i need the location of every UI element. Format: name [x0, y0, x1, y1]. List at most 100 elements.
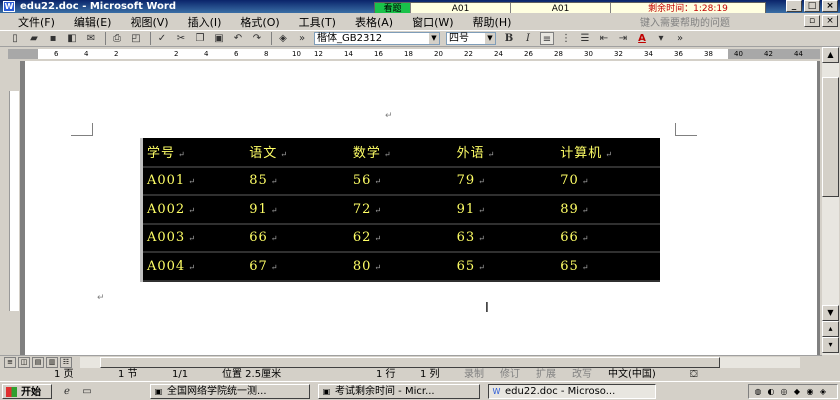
start-button[interactable]: 开始 [2, 384, 52, 399]
print-preview-icon[interactable]: ◰ [129, 32, 143, 45]
font-color-chevron-icon[interactable]: ▾ [654, 32, 668, 45]
table-cell[interactable]: 91 ↵ [452, 195, 557, 225]
table-cell[interactable]: 91 ↵ [245, 195, 349, 225]
grade-table[interactable]: 学号 ↵ 语文 ↵ 数学 ↵ 外语 ↵ 计算机 ↵ A001 ↵ 85 ↵ 56 ↵ 79 ↵ 7… [140, 138, 660, 282]
font-color-button[interactable]: A [635, 32, 649, 45]
copy-icon[interactable]: ❐ [193, 32, 207, 45]
web-view-icon[interactable]: ◫ [18, 357, 30, 368]
normal-view-icon[interactable]: ≡ [4, 357, 16, 368]
horizontal-scrollbar[interactable]: ≡ ◫ ▤ ▥ ☷ [0, 355, 822, 369]
tray-app-icon[interactable]: ◈ [818, 387, 828, 397]
menu-tools[interactable]: 工具(T) [299, 14, 336, 30]
font-name-select[interactable]: 楷体_GB2312 ▼ [314, 32, 440, 45]
maximize-button[interactable]: □ [804, 0, 820, 12]
taskbar-button-word[interactable]: W edu22.doc - Microso... [488, 384, 656, 399]
table-cell[interactable]: 65 ↵ [556, 252, 660, 282]
document-page[interactable]: ↵ 学号 ↵ 语文 ↵ 数学 ↵ 外语 ↵ 计算机 ↵ A001 ↵ 85 ↵ 56 ↵ 79 ↵… [25, 61, 817, 355]
header-cell[interactable]: 学号 ↵ [141, 138, 246, 168]
table-cell[interactable]: 65 ↵ [452, 252, 557, 282]
status-track-changes[interactable]: 修订 [500, 369, 520, 381]
status-extend[interactable]: 扩展 [536, 369, 556, 381]
table-cell[interactable]: 56 ↵ [348, 166, 453, 196]
network-icon[interactable]: ◍ [753, 387, 763, 397]
font-size-select[interactable]: 四号 ▼ [446, 32, 496, 45]
doc-close-button[interactable]: × [822, 15, 838, 27]
table-cell[interactable]: 67 ↵ [245, 252, 349, 282]
toolbar-options-icon[interactable]: » [295, 32, 309, 45]
document-area[interactable]: ↵ 学号 ↵ 语文 ↵ 数学 ↵ 外语 ↵ 计算机 ↵ A001 ↵ 85 ↵ 56 ↵ 79 ↵… [20, 61, 820, 355]
vertical-ruler[interactable] [4, 61, 20, 355]
outline-view-icon[interactable]: ☷ [60, 357, 72, 368]
table-cell[interactable]: A001 ↵ [141, 166, 246, 196]
table-cell[interactable]: A004 ↵ [141, 252, 246, 282]
table-cell[interactable]: 80 ↵ [348, 252, 453, 282]
print-view-icon[interactable]: ▤ [32, 357, 44, 368]
align-justify-icon[interactable]: ≡ [540, 32, 554, 45]
menu-view[interactable]: 视图(V) [130, 14, 168, 30]
header-cell[interactable]: 计算机 ↵ [556, 138, 660, 168]
table-cell[interactable]: 66 ↵ [245, 223, 349, 253]
save-icon[interactable]: ▪ [46, 32, 60, 45]
table-cell[interactable]: 66 ↵ [556, 223, 660, 253]
previous-page-icon[interactable]: ▴ [822, 321, 839, 337]
redo-icon[interactable]: ↷ [250, 32, 264, 45]
doc-restore-button[interactable]: ▫ [804, 15, 820, 27]
close-button[interactable]: × [822, 0, 838, 12]
email-icon[interactable]: ✉ [84, 32, 98, 45]
permission-icon[interactable]: ◧ [65, 32, 79, 45]
table-cell[interactable]: 85 ↵ [245, 166, 349, 196]
cut-icon[interactable]: ✂ [174, 32, 188, 45]
new-document-icon[interactable]: ▯ [8, 32, 22, 45]
spelling-icon[interactable]: ✓ [155, 32, 169, 45]
header-cell[interactable]: 外语 ↵ [452, 138, 557, 168]
table-cell[interactable]: 89 ↵ [556, 195, 660, 225]
menu-window[interactable]: 窗口(W) [412, 14, 453, 30]
menu-file[interactable]: 文件(F) [18, 14, 55, 30]
show-desktop-icon[interactable]: ▭ [80, 385, 94, 398]
table-cell[interactable]: 63 ↵ [452, 223, 557, 253]
menu-format[interactable]: 格式(O) [240, 14, 279, 30]
reading-view-icon[interactable]: ▥ [46, 357, 58, 368]
spelling-status-icon[interactable]: ⛋ [690, 369, 698, 381]
table-cell[interactable]: 72 ↵ [348, 195, 453, 225]
bold-button[interactable]: B [502, 32, 516, 45]
scrollbar-thumb[interactable] [822, 77, 839, 197]
browser-icon[interactable]: ℯ [60, 385, 74, 398]
bullets-icon[interactable]: ☰ [578, 32, 592, 45]
input-method-icon[interactable]: ◎ [779, 387, 789, 397]
undo-icon[interactable]: ↶ [231, 32, 245, 45]
taskbar-button-test-window[interactable]: ▣ 全国网络学院统一测... [150, 384, 310, 399]
increase-indent-icon[interactable]: ⇥ [616, 32, 630, 45]
header-cell[interactable]: 语文 ↵ [245, 138, 349, 168]
minimize-button[interactable]: _ [786, 0, 802, 12]
taskbar-button-timer-window[interactable]: ▣ 考试剩余时间 - Micr... [318, 384, 480, 399]
horizontal-scrollbar-thumb[interactable] [100, 357, 720, 368]
menu-insert[interactable]: 插入(I) [188, 14, 222, 30]
scroll-down-arrow-icon[interactable]: ▼ [822, 305, 839, 321]
table-cell[interactable]: 70 ↵ [556, 166, 660, 196]
more-buttons-icon[interactable]: » [673, 32, 687, 45]
table-cell[interactable]: A002 ↵ [141, 195, 246, 225]
table-cell[interactable]: 62 ↵ [348, 223, 453, 253]
table-cell[interactable]: A003 ↵ [141, 223, 246, 253]
paste-icon[interactable]: ▣ [212, 32, 226, 45]
header-cell[interactable]: 数学 ↵ [348, 138, 453, 168]
print-icon[interactable]: ⎙ [110, 32, 124, 45]
volume-icon[interactable]: ◐ [766, 387, 776, 397]
horizontal-ruler[interactable]: 6 4 2 2 4 6 8 10 12 14 16 18 20 22 24 26… [0, 47, 840, 61]
decrease-indent-icon[interactable]: ⇤ [597, 32, 611, 45]
menu-edit[interactable]: 编辑(E) [74, 14, 112, 30]
scroll-up-arrow-icon[interactable]: ▲ [822, 47, 839, 63]
table-cell[interactable]: 79 ↵ [452, 166, 557, 196]
status-record[interactable]: 录制 [464, 369, 484, 381]
italic-button[interactable]: I [521, 32, 535, 45]
menu-help[interactable]: 帮助(H) [473, 14, 512, 30]
help-search-box[interactable]: 键入需要帮助的问题 [640, 14, 760, 29]
numbering-icon[interactable]: ⋮ [559, 32, 573, 45]
menu-table[interactable]: 表格(A) [355, 14, 393, 30]
next-page-icon[interactable]: ▾ [822, 337, 839, 353]
open-folder-icon[interactable]: ▰ [27, 32, 41, 45]
update-icon[interactable]: ◉ [805, 387, 815, 397]
security-icon[interactable]: ◆ [792, 387, 802, 397]
vertical-scrollbar[interactable]: ▲ ▼ ▴ ▾ [822, 47, 839, 355]
